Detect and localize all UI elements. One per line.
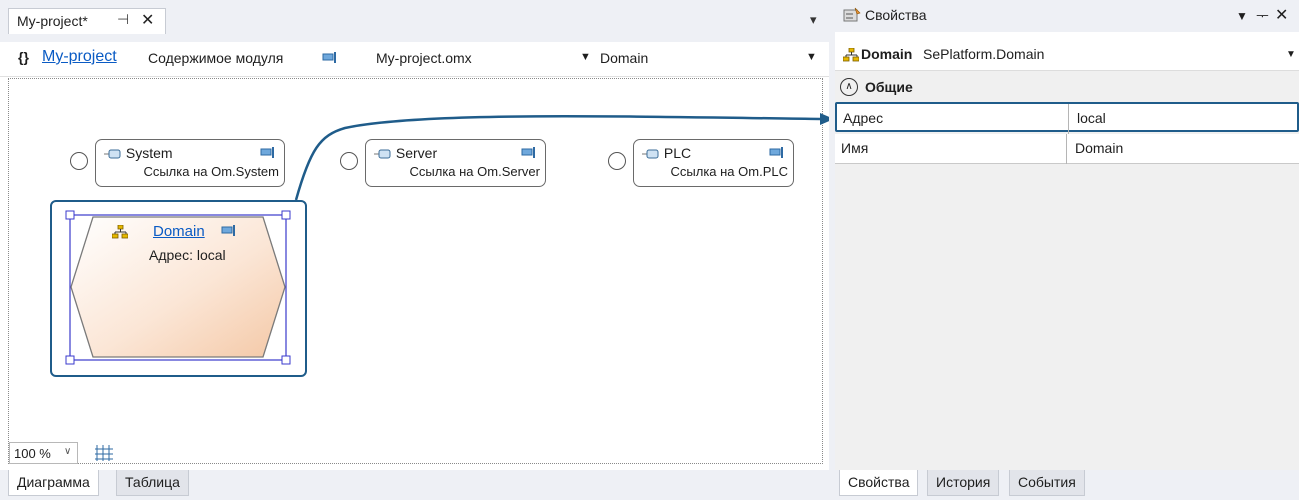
network-icon [112,225,128,239]
tab-label: My-project* [17,13,88,29]
close-icon[interactable]: ✕ [1275,5,1288,25]
namespace-icon: {} [18,49,29,65]
properties-title-bar: Свойства ▼ ᅮ ✕ [835,0,1299,32]
component-icon [104,149,121,159]
resize-handle [65,210,75,220]
category-general[interactable]: ∧ Общие [835,74,1299,102]
module-icon [221,225,235,236]
tab-table[interactable]: Таблица [116,470,189,496]
column-divider [1066,134,1067,164]
module-icon [322,52,336,63]
module-icon [769,147,783,158]
node-subtitle: Ссылка на Om.Server [409,164,541,179]
node-title: PLC [642,145,691,161]
node-subtitle: Ссылка на Om.System [143,164,279,179]
file-select[interactable]: My-project.omx [376,50,472,66]
property-row-address[interactable]: Адрес local [835,102,1299,134]
column-divider [1068,104,1069,134]
port-circle[interactable] [608,152,626,170]
chevron-down-icon[interactable]: ▼ [806,51,817,63]
project-link[interactable]: My-project [42,48,117,66]
tab-history[interactable]: История [927,470,1000,496]
property-value[interactable]: Domain [1075,140,1123,156]
node-system[interactable]: System Ссылка на Om.System [95,139,285,187]
resize-handle [281,355,291,365]
object-type: SePlatform.Domain [923,46,1045,62]
properties-title: Свойства [865,7,927,23]
properties-icon [843,7,861,22]
document-tab-strip: My-project* ⊣ ✕ ▾ [0,0,829,42]
property-row-name[interactable]: Имя Domain [835,134,1299,164]
component-icon [642,149,659,159]
module-icon [260,147,274,158]
node-subtitle: Ссылка на Om.PLC [670,164,789,179]
resize-handle [281,210,291,220]
resize-handle [65,355,75,365]
category-label: Общие [865,79,913,95]
pane-menu-icon[interactable]: ▼ [1236,9,1248,23]
port-circle[interactable] [70,152,88,170]
object-select[interactable]: Domain [600,50,648,66]
chevron-down-icon[interactable]: ▼ [580,51,591,63]
node-server[interactable]: Server Ссылка на Om.Server [365,139,546,187]
diagram-tab-strip: Диаграмма Таблица [0,470,829,500]
collapse-icon[interactable]: ∧ [840,78,858,96]
component-icon [374,149,391,159]
domain-title-link[interactable]: Domain [153,223,205,240]
property-name: Адрес [843,110,884,126]
property-value[interactable]: local [1077,110,1106,126]
navigation-bar: {} My-project Содержимое модуля My-proje… [0,42,829,77]
properties-tab-strip: Свойства История События [835,470,1299,500]
zoom-select[interactable]: 100 % ∨ [9,442,78,464]
tab-diagram[interactable]: Диаграмма [8,470,99,496]
node-plc[interactable]: PLC Ссылка на Om.PLC [633,139,794,187]
domain-address-label: Адрес: local [149,247,226,263]
port-circle[interactable] [340,152,358,170]
pin-icon[interactable]: ⊣ [117,11,129,28]
object-selector[interactable]: Domain SePlatform.Domain ▼ [835,42,1299,68]
module-contents-label: Содержимое модуля [148,50,284,66]
module-icon [521,147,535,158]
property-name: Имя [841,140,869,156]
node-title: System [104,145,173,161]
tab-events[interactable]: События [1009,470,1085,496]
chevron-down-icon[interactable]: ▼ [1286,49,1296,60]
tab-my-project[interactable]: My-project* ⊣ ✕ [8,8,166,34]
close-icon[interactable]: ✕ [141,10,154,30]
grid-icon[interactable] [95,445,113,461]
object-name: Domain [861,46,913,62]
tab-properties[interactable]: Свойства [839,470,919,496]
diagram-canvas[interactable]: System Ссылка на Om.System Server Ссылка… [8,78,823,464]
document-menu-icon[interactable]: ▾ [810,12,817,28]
pin-icon[interactable]: ᅮ [1256,6,1269,26]
chevron-down-icon: ∨ [64,446,72,457]
network-icon [843,48,859,62]
property-grid: ∧ Общие Адрес local Имя Domain [835,70,1299,471]
node-title: Server [374,145,437,161]
zoom-value: 100 % [14,446,51,461]
